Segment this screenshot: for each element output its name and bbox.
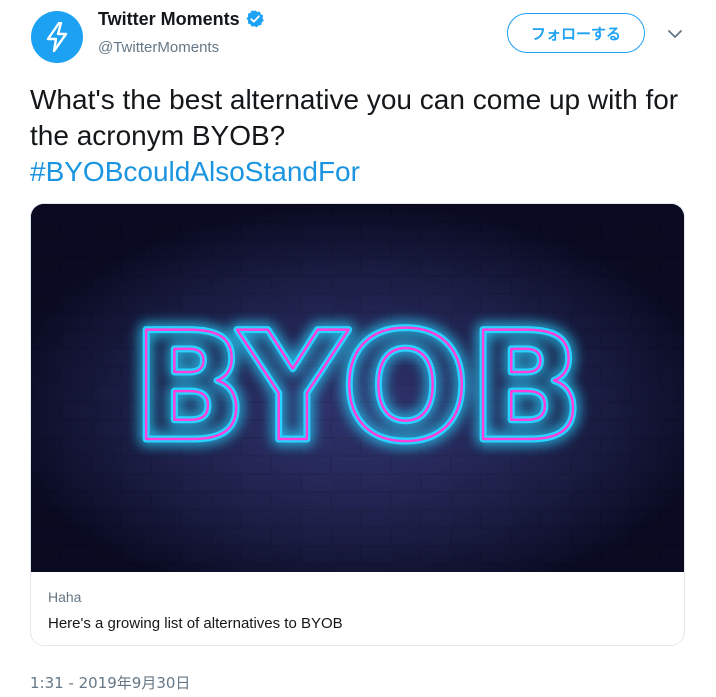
hashtag-link[interactable]: #BYOBcouldAlsoStandFor [30,154,690,190]
tweet: Twitter Moments @TwitterMoments フォローする W… [0,0,716,697]
link-card[interactable]: BYOB BYOB BYOB Haha Here's a growing lis… [30,203,685,646]
card-title: Here's a growing list of alternatives to… [48,615,343,632]
neon-sign-inner: BYOB [132,301,583,475]
follow-button[interactable]: フォローする [507,13,645,53]
user-handle[interactable]: @TwitterMoments [98,39,219,56]
avatar[interactable] [31,11,83,63]
display-name[interactable]: Twitter Moments [98,9,240,30]
tweet-body: What's the best alternative you can come… [30,84,679,151]
user-name-row: Twitter Moments [98,7,265,31]
chevron-down-icon[interactable] [666,27,684,41]
card-info: Haha Here's a growing list of alternativ… [31,572,684,645]
timestamp[interactable]: 1:31 - 2019年9月30日 [30,672,190,693]
neon-brick-wall-image: BYOB BYOB BYOB [31,204,684,572]
lightning-bolt-icon [46,22,68,52]
tweet-text: What's the best alternative you can come… [30,82,690,190]
verified-badge-icon [246,10,264,28]
card-domain: Haha [48,589,82,605]
card-image: BYOB BYOB BYOB [31,204,684,572]
